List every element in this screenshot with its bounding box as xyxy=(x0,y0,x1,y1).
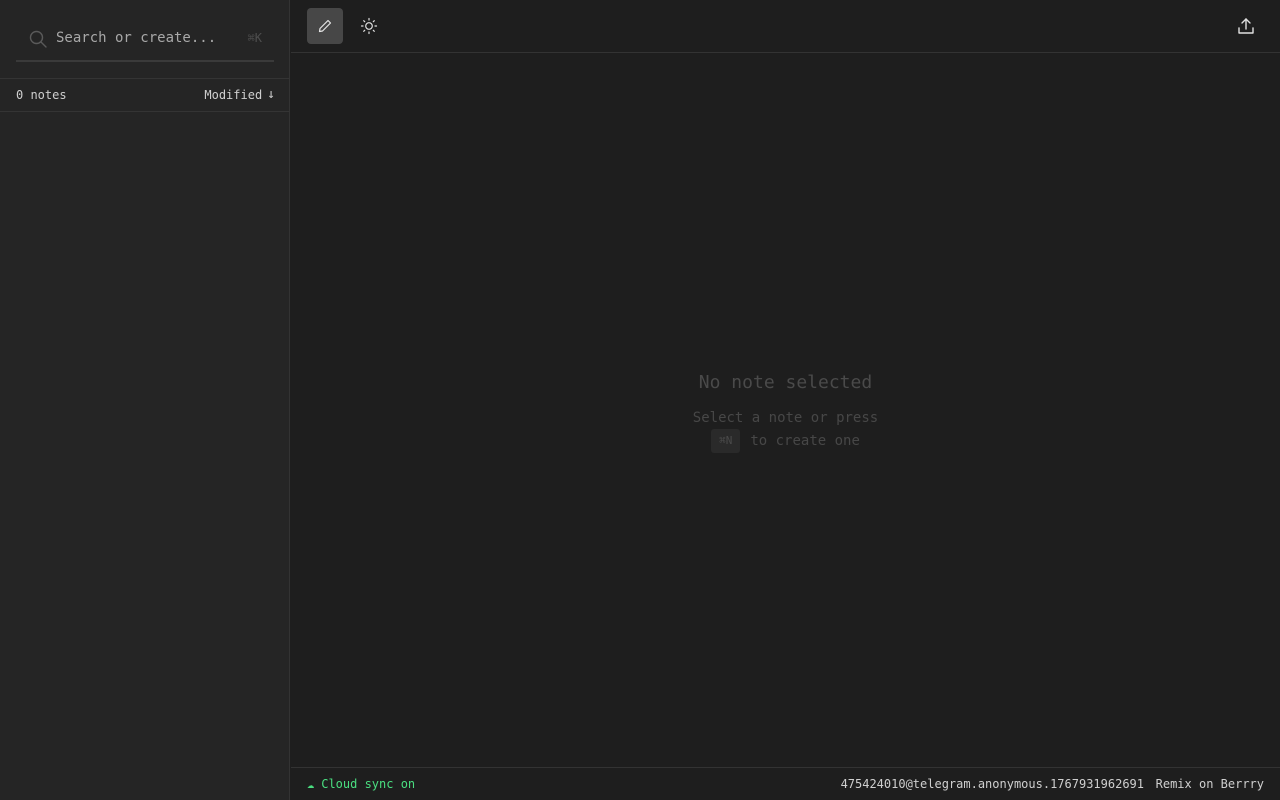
theme-toggle-button[interactable] xyxy=(351,8,387,44)
cloud-sync-status: ☁ Cloud sync on xyxy=(307,777,415,791)
empty-state: No note selected Select a note or press … xyxy=(291,372,1280,453)
notes-count: 0 notes xyxy=(16,88,67,102)
note-list-header: 0 notes Modified ↓ xyxy=(0,78,290,112)
empty-state-hint: Select a note or press ⌘N to create one xyxy=(291,407,1280,453)
empty-state-line2-wrap: ⌘N to create one xyxy=(291,429,1280,453)
export-button[interactable] xyxy=(1228,8,1264,44)
search-input[interactable] xyxy=(56,27,236,49)
sort-direction-icon: ↓ xyxy=(267,87,275,102)
empty-state-title: No note selected xyxy=(698,372,873,393)
sort-button[interactable]: Modified ↓ xyxy=(204,87,275,102)
new-note-shortcut: ⌘N xyxy=(711,429,741,453)
edit-mode-button[interactable] xyxy=(307,8,343,44)
toolbar xyxy=(291,0,1280,53)
empty-state-line2: to create one xyxy=(750,433,860,449)
empty-state-line1: Select a note or press xyxy=(692,410,879,426)
pencil-icon xyxy=(318,19,332,33)
cloud-icon: ☁ xyxy=(307,777,315,791)
sort-label: Modified xyxy=(204,87,263,102)
cloud-sync-label: Cloud sync on xyxy=(321,777,416,791)
status-bar: ☁ Cloud sync on 475424010@telegram.anony… xyxy=(291,767,1280,800)
search-icon xyxy=(29,30,47,48)
search-box[interactable]: ⌘K xyxy=(16,16,274,62)
user-id: 475424010@telegram.anonymous.17679319626… xyxy=(840,777,1144,791)
remix-link[interactable]: Remix on Berrry xyxy=(1156,777,1264,791)
sun-icon xyxy=(360,17,378,35)
sidebar: ⌘K 0 notes Modified ↓ xyxy=(0,0,290,800)
main-panel: No note selected Select a note or press … xyxy=(291,0,1280,800)
search-shortcut-hint: ⌘K xyxy=(247,31,262,45)
upload-icon xyxy=(1238,18,1254,34)
